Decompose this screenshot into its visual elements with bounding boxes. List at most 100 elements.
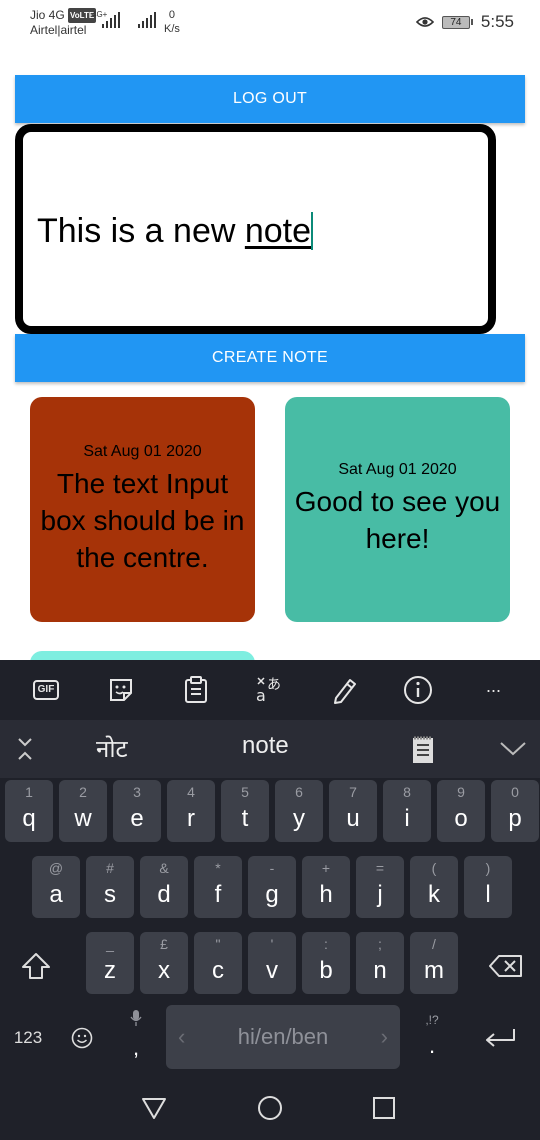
key-b[interactable]: :b — [302, 932, 350, 994]
status-right: 74 5:55 — [415, 12, 514, 32]
key-label: x — [158, 957, 170, 984]
sticker-icon[interactable] — [105, 674, 137, 706]
speed-unit: K/s — [164, 23, 180, 35]
key-z[interactable]: _ z — [86, 932, 134, 994]
key-l[interactable]: ) l — [464, 856, 512, 918]
key-label: t — [241, 805, 249, 832]
notepad-icon[interactable] — [408, 732, 438, 766]
emoji-icon[interactable] — [62, 1020, 102, 1056]
key-y[interactable]: 6y — [275, 780, 323, 842]
key-hint: 0 — [511, 784, 519, 800]
key-hint: 6 — [295, 784, 303, 800]
key-r[interactable]: 4r — [167, 780, 215, 842]
note-input-composing-word: note — [244, 212, 312, 250]
key-hint: : — [324, 936, 328, 952]
period-label: . — [428, 1033, 436, 1058]
gif-icon[interactable]: GIF — [30, 674, 62, 706]
key-hint: £ — [160, 936, 168, 952]
keyboard-toolbar: GIF aあ ··· — [0, 660, 540, 720]
back-icon[interactable] — [140, 1094, 168, 1122]
logout-button[interactable]: LOG OUT — [15, 75, 525, 123]
note-input-box[interactable]: This is a new note — [15, 124, 496, 334]
key-hint: 8 — [403, 784, 411, 800]
key-hint: & — [159, 860, 169, 876]
phone-screen: Jio 4G VoLTE Airtel|airtel 4G+ 0 K/s 74 … — [0, 0, 540, 1140]
key-i[interactable]: 8i — [383, 780, 431, 842]
key-c[interactable]: " c — [194, 932, 242, 994]
period-key[interactable]: ,!? . — [412, 1005, 452, 1069]
key-h[interactable]: + h — [302, 856, 350, 918]
key-label: g — [265, 881, 279, 908]
soft-keyboard: GIF aあ ··· नोट note 1 q 2 w 3 e 4 r 5 t … — [0, 660, 540, 1080]
key-s[interactable]: # s — [86, 856, 134, 918]
comma-key[interactable]: , — [116, 1005, 156, 1069]
key-hint: ; — [378, 936, 382, 952]
navigation-bar — [0, 1080, 540, 1140]
chevron-left-icon: ‹ — [178, 1024, 186, 1049]
more-icon[interactable]: ··· — [477, 674, 509, 706]
key-u[interactable]: 7u — [329, 780, 377, 842]
battery-level: 74 — [441, 15, 470, 29]
key-label: e — [130, 805, 144, 832]
note-card[interactable]: Sat Aug 01 2020 The text Input box shoul… — [30, 397, 255, 622]
key-w[interactable]: 2w — [59, 780, 107, 842]
space-key[interactable]: ‹ hi/en/ben › — [166, 1005, 400, 1069]
note-card[interactable]: Sat Aug 01 2020 Good to see you here! — [285, 397, 510, 622]
key-hint: 1 — [25, 784, 33, 800]
info-icon[interactable] — [402, 674, 434, 706]
key-hint: @ — [48, 860, 64, 876]
key-p[interactable]: 0p — [491, 780, 539, 842]
edit-icon[interactable] — [328, 674, 360, 706]
shift-key[interactable] — [14, 935, 58, 997]
key-k[interactable]: (k — [410, 856, 458, 918]
status-bar: Jio 4G VoLTE Airtel|airtel 4G+ 0 K/s 74 … — [0, 0, 540, 44]
key-n[interactable]: ; n — [356, 932, 404, 994]
enter-key[interactable] — [478, 1020, 522, 1056]
key-label: z — [104, 957, 116, 984]
key-g[interactable]: -g — [248, 856, 296, 918]
key-hint: 9 — [457, 784, 465, 800]
key-d[interactable]: & d — [140, 856, 188, 918]
key-label: l — [485, 881, 491, 908]
eye-comfort-icon — [415, 17, 434, 27]
recents-icon[interactable] — [370, 1094, 398, 1122]
key-label: j — [377, 881, 383, 908]
key-e[interactable]: 3e — [113, 780, 161, 842]
suggestion-2[interactable]: note — [242, 732, 289, 760]
backspace-key[interactable] — [484, 935, 528, 997]
home-icon[interactable] — [256, 1094, 284, 1122]
key-a[interactable]: @ a — [32, 856, 80, 918]
clipboard-icon[interactable] — [180, 674, 212, 706]
key-j[interactable]: = j — [356, 856, 404, 918]
note-input[interactable]: This is a new note — [37, 212, 314, 251]
key-q[interactable]: 1q — [5, 780, 53, 842]
key-label: y — [293, 805, 305, 832]
key-hint: 2 — [79, 784, 87, 800]
suggestion-1[interactable]: नोट — [96, 732, 128, 765]
key-hint: - — [269, 860, 275, 876]
carrier-info: Jio 4G VoLTE Airtel|airtel — [30, 8, 97, 38]
chevron-down-icon[interactable] — [498, 736, 528, 762]
key-label: p — [508, 805, 522, 832]
key-label: w — [74, 805, 92, 832]
key-t[interactable]: 5t — [221, 780, 269, 842]
numbers-key[interactable]: 123 — [6, 1018, 50, 1058]
translate-icon[interactable]: aあ — [253, 674, 285, 706]
key-o[interactable]: 9o — [437, 780, 485, 842]
key-hint: ' — [270, 936, 274, 952]
key-hint: 5 — [241, 784, 249, 800]
key-label: r — [187, 805, 195, 832]
key-label: u — [346, 805, 360, 832]
svg-text:あ: あ — [267, 677, 281, 693]
key-x[interactable]: £ x — [140, 932, 188, 994]
key-hint: / — [432, 936, 436, 952]
key-m[interactable]: / m — [410, 932, 458, 994]
create-note-button[interactable]: CREATE NOTE — [15, 334, 525, 382]
key-label: v — [266, 957, 278, 984]
close-suggestions-icon[interactable] — [10, 734, 40, 764]
key-f[interactable]: * f — [194, 856, 242, 918]
note-text: Good to see you here! — [294, 486, 501, 554]
key-label: q — [22, 805, 36, 832]
comma-label: , — [132, 1035, 140, 1060]
key-v[interactable]: ' v — [248, 932, 296, 994]
